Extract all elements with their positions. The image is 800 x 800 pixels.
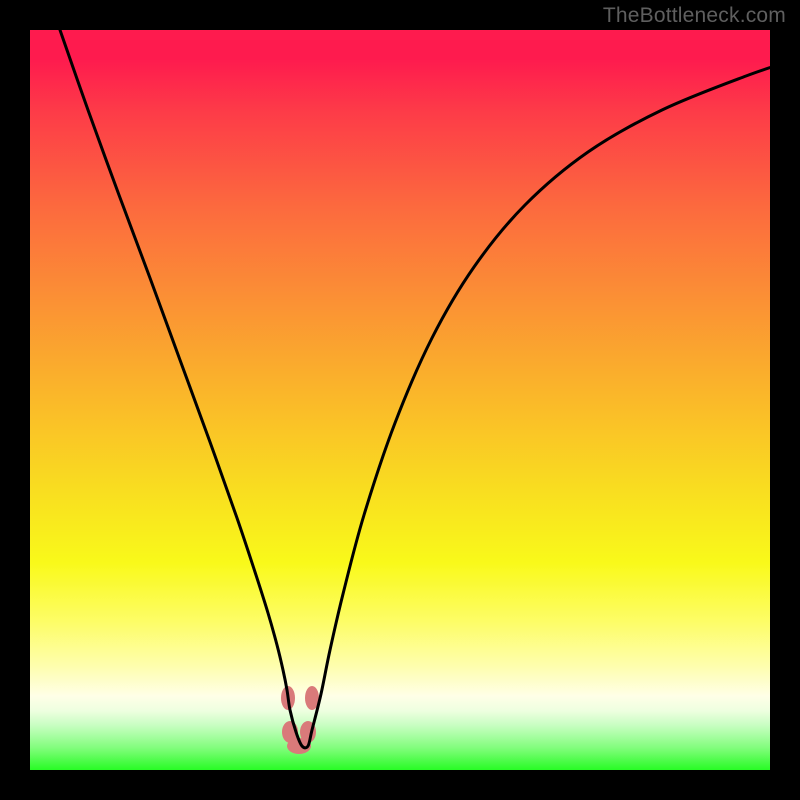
chart-svg (30, 30, 770, 770)
chart-plot-area (30, 30, 770, 770)
watermark-label: TheBottleneck.com (603, 4, 786, 28)
bottleneck-curve (60, 30, 770, 748)
chart-frame: TheBottleneck.com (0, 0, 800, 800)
